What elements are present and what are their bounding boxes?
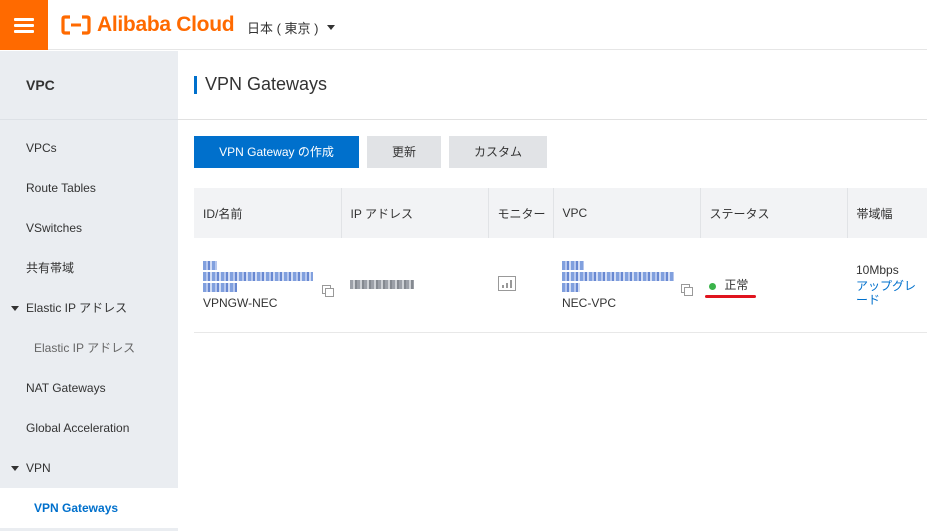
title-accent-bar (194, 76, 197, 94)
cell-monitor (488, 238, 553, 333)
sidebar-item-shared-bandwidth[interactable]: 共有帯域 (0, 248, 178, 288)
redacted-ip-address (350, 279, 414, 289)
redacted-vpc-link[interactable] (562, 283, 580, 293)
caret-down-icon (326, 25, 335, 30)
copy-icon[interactable] (681, 284, 693, 296)
top-bar: Alibaba Cloud 日本 ( 東京 ) (0, 0, 927, 50)
logo-icon (61, 15, 91, 35)
sidebar-group-vpn[interactable]: VPN (0, 448, 178, 488)
redacted-vpc-link[interactable] (562, 272, 674, 282)
sidebar-item-global-acceleration[interactable]: Global Acceleration (0, 408, 178, 448)
caret-down-icon (11, 466, 19, 471)
column-header-bandwidth[interactable]: 帯域幅 (847, 188, 927, 238)
copy-icon[interactable] (322, 285, 334, 297)
sidebar-item-vpcs[interactable]: VPCs (0, 128, 178, 168)
sidebar-title: VPC (0, 51, 178, 120)
logo-text: Alibaba Cloud (97, 13, 235, 36)
redacted-vpc-link[interactable] (562, 261, 584, 271)
toolbar: VPN Gateway の作成 更新 カスタム (194, 136, 547, 168)
redacted-id-link[interactable] (203, 261, 217, 271)
menu-icon[interactable] (0, 0, 48, 50)
redacted-id-link[interactable] (203, 272, 313, 282)
cell-status: 正常 (700, 238, 847, 333)
caret-down-icon (11, 306, 19, 311)
column-header-id-name[interactable]: ID/名前 (194, 188, 342, 238)
custom-button[interactable]: カスタム (449, 136, 547, 168)
column-header-vpc[interactable]: VPC (553, 188, 701, 238)
cell-ip-address (341, 238, 488, 333)
sidebar-item-vpn-gateways[interactable]: VPN Gateways (0, 488, 178, 528)
sidebar-item-nat-gateways[interactable]: NAT Gateways (0, 368, 178, 408)
cell-bandwidth: 10Mbps アップグレード (847, 238, 927, 333)
table-row: VPNGW-NEC NEC-VPC 正常 10Mbps アップグレード (194, 238, 927, 333)
upgrade-link[interactable]: アップグレード (856, 279, 920, 307)
status-ok-dot-icon (709, 282, 716, 290)
page-title: VPN Gateways (205, 74, 328, 94)
cell-id-name: VPNGW-NEC (194, 238, 341, 333)
sidebar: VPC VPCs Route Tables VSwitches 共有帯域 Ela… (0, 51, 178, 531)
sidebar-item-vswitches[interactable]: VSwitches (0, 208, 178, 248)
vpc-name: NEC-VPC (562, 296, 617, 311)
redacted-id-link[interactable] (203, 283, 237, 293)
sidebar-item-elastic-ip[interactable]: Elastic IP アドレス (0, 328, 178, 368)
gateway-name: VPNGW-NEC (203, 296, 278, 311)
column-header-ip-address[interactable]: IP アドレス (341, 188, 489, 238)
alibaba-cloud-logo[interactable]: Alibaba Cloud (61, 13, 235, 37)
sidebar-group-label: Elastic IP アドレス (26, 301, 128, 315)
table-header-row: ID/名前 IP アドレス モニター VPC ステータス 帯域幅 (194, 188, 927, 238)
sidebar-group-elastic-ip[interactable]: Elastic IP アドレス (0, 288, 178, 328)
region-selector[interactable]: 日本 ( 東京 ) (247, 18, 335, 37)
bandwidth-value: 10Mbps (856, 262, 899, 277)
monitor-chart-icon[interactable] (498, 275, 516, 291)
refresh-button[interactable]: 更新 (367, 136, 441, 168)
status-text: 正常 (724, 278, 749, 293)
vpn-gateway-table: ID/名前 IP アドレス モニター VPC ステータス 帯域幅 VPNGW-N… (194, 188, 927, 333)
column-header-status[interactable]: ステータス (700, 188, 848, 238)
sidebar-item-route-tables[interactable]: Route Tables (0, 168, 178, 208)
page-header: VPN Gateways (178, 51, 927, 120)
red-underline-annotation (705, 295, 756, 298)
region-label: 日本 ( 東京 ) (247, 21, 319, 36)
cell-vpc: NEC-VPC (553, 238, 700, 333)
create-vpn-gateway-button[interactable]: VPN Gateway の作成 (194, 136, 359, 168)
sidebar-group-label: VPN (26, 461, 51, 475)
main-content: VPN Gateways VPN Gateway の作成 更新 カスタム ID/… (178, 51, 927, 531)
column-header-monitor[interactable]: モニター (488, 188, 554, 238)
